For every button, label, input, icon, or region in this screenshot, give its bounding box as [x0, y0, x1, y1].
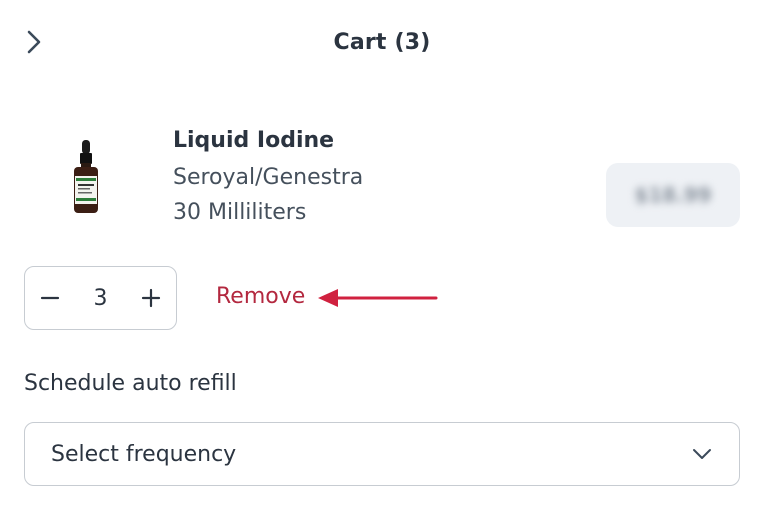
cart-panel: Cart (3) Liquid Iodine Seroyal/Genestra … [0, 0, 764, 524]
frequency-select[interactable]: Select frequency [24, 422, 740, 486]
remove-button[interactable]: Remove [216, 284, 305, 309]
minus-icon [40, 296, 60, 300]
annotation-arrow-icon [318, 289, 438, 307]
decrement-button[interactable] [37, 285, 63, 311]
chevron-down-icon [693, 449, 711, 459]
quantity-stepper: 3 [24, 266, 177, 330]
quantity-value: 3 [93, 285, 108, 311]
product-image[interactable] [56, 132, 116, 216]
frequency-select-value: Select frequency [51, 441, 237, 467]
product-name[interactable]: Liquid Iodine [173, 128, 334, 153]
dropper-bottle-image [74, 140, 98, 213]
plus-icon [141, 288, 161, 308]
increment-button[interactable] [138, 285, 164, 311]
product-price: $18.99 [634, 183, 712, 207]
price-badge: $18.99 [606, 163, 740, 227]
product-size: 30 Milliliters [173, 200, 307, 225]
auto-refill-label: Schedule auto refill [24, 371, 237, 396]
product-brand: Seroyal/Genestra [173, 165, 364, 190]
page-title: Cart (3) [333, 30, 431, 55]
